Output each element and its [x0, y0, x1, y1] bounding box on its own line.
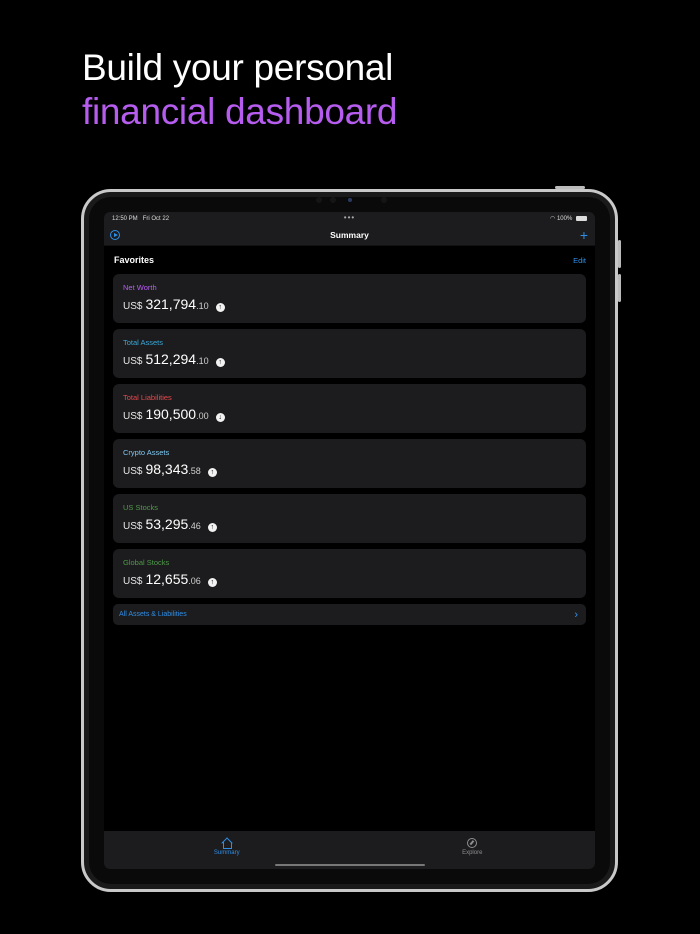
amount-decimal: .06 — [188, 576, 201, 586]
amount-decimal: .10 — [196, 356, 209, 366]
battery-percent: 100% — [556, 216, 573, 222]
amount-whole: 53,295 — [145, 516, 189, 532]
arrow-up-circle-icon: ↑ — [215, 358, 225, 367]
favorites-list: Net Worth US$ 321,794.10 ↑ Total Assets US$ 51… — [113, 274, 586, 598]
status-time: 12:50 PM — [112, 215, 138, 222]
status-time-date: 12:50 PM Fri Oct 22 — [112, 216, 169, 222]
favorite-card[interactable]: Crypto Assets US$ 98,343.58 ↑ — [113, 439, 586, 488]
marketing-headline: Build your personal financial dashboard — [82, 46, 398, 134]
app-screen: 12:50 PM Fri Oct 22 ••• ◠ 100% Summary +… — [104, 212, 595, 869]
all-assets-liabilities-row[interactable]: All Assets & Liabilities › — [113, 604, 586, 625]
arrow-up-circle-icon: ↑ — [207, 578, 217, 587]
favorites-label: Favorites — [114, 255, 155, 265]
card-amount: US$ 53,295.46 ↑ — [123, 516, 576, 532]
amount-decimal: .00 — [196, 411, 209, 421]
status-right: ◠ 100% — [550, 215, 587, 222]
tab-bar: Summary Explore — [104, 831, 595, 861]
favorite-card[interactable]: Total Assets US$ 512,294.10 ↑ — [113, 329, 586, 378]
currency-label: US$ — [123, 576, 143, 587]
arrow-up-circle-icon: ↑ — [207, 468, 217, 477]
all-assets-liabilities-label: All Assets & Liabilities — [119, 611, 187, 618]
home-indicator[interactable] — [274, 864, 425, 866]
arrow-up-circle-icon: ↑ — [215, 303, 225, 312]
favorite-card[interactable]: Total Liabilities US$ 190,500.00 ↓ — [113, 384, 586, 433]
add-button[interactable]: + — [580, 227, 588, 243]
compass-icon — [467, 838, 478, 848]
favorite-card[interactable]: US Stocks US$ 53,295.46 ↑ — [113, 494, 586, 543]
ipad-frame: 12:50 PM Fri Oct 22 ••• ◠ 100% Summary +… — [81, 186, 621, 892]
arrow-down-circle-icon: ↓ — [215, 413, 225, 422]
currency-label: US$ — [123, 466, 143, 477]
multitasking-dots[interactable]: ••• — [344, 213, 355, 222]
card-name: Total Assets — [123, 338, 164, 347]
device-top-button — [555, 186, 585, 189]
amount-whole: 98,343 — [145, 461, 189, 477]
card-amount: US$ 321,794.10 ↑ — [123, 296, 576, 312]
amount-decimal: .46 — [188, 521, 201, 531]
favorite-card[interactable]: Global Stocks US$ 12,655.06 ↑ — [113, 549, 586, 598]
headline-line-1: Build your personal — [82, 47, 394, 88]
edit-button[interactable]: Edit — [573, 256, 586, 265]
card-amount: US$ 12,655.06 ↑ — [123, 571, 576, 587]
favorites-header: Favorites Edit — [113, 246, 586, 274]
currency-label: US$ — [123, 521, 143, 532]
currency-label: US$ — [123, 356, 143, 367]
battery-icon — [576, 215, 587, 221]
card-amount: US$ 98,343.58 ↑ — [123, 461, 576, 477]
card-amount: US$ 190,500.00 ↓ — [123, 406, 576, 422]
sensor-dot — [316, 197, 322, 203]
main-content: Favorites Edit Net Worth US$ 321,794.10 ↑ To… — [104, 246, 595, 625]
card-name: Crypto Assets — [123, 448, 170, 457]
home-icon — [221, 838, 233, 849]
amount-whole: 12,655 — [145, 571, 189, 587]
amount-whole: 512,294 — [145, 351, 197, 367]
card-name: Global Stocks — [123, 558, 170, 567]
card-name: Net Worth — [123, 283, 157, 292]
sensor-dot — [330, 197, 336, 203]
wifi-icon: ◠ — [550, 216, 556, 222]
device-volume-up-button — [618, 240, 621, 268]
play-circle-icon[interactable] — [110, 230, 120, 240]
status-date: Fri Oct 22 — [142, 215, 170, 222]
navigation-bar: Summary + — [104, 225, 595, 246]
tab-summary[interactable]: Summary — [104, 831, 350, 861]
status-bar: 12:50 PM Fri Oct 22 ••• ◠ 100% — [104, 212, 595, 225]
headline-line-2: financial dashboard — [82, 91, 398, 132]
page-title: Summary — [330, 230, 369, 240]
currency-label: US$ — [123, 301, 143, 312]
tab-summary-label: Summary — [213, 850, 240, 856]
amount-decimal: .10 — [196, 301, 209, 311]
arrow-up-circle-icon: ↑ — [207, 523, 217, 532]
tab-explore-label: Explore — [462, 850, 483, 856]
amount-whole: 190,500 — [145, 406, 197, 422]
device-volume-down-button — [618, 274, 621, 302]
card-name: US Stocks — [123, 503, 159, 512]
amount-whole: 321,794 — [145, 296, 197, 312]
favorite-card[interactable]: Net Worth US$ 321,794.10 ↑ — [113, 274, 586, 323]
chevron-right-icon: › — [574, 608, 578, 621]
card-name: Total Liabilities — [123, 393, 172, 402]
amount-decimal: .58 — [188, 466, 201, 476]
card-amount: US$ 512,294.10 ↑ — [123, 351, 576, 367]
tab-explore[interactable]: Explore — [350, 831, 596, 861]
sensor-dot — [381, 197, 387, 203]
front-camera — [347, 198, 352, 202]
home-indicator-area — [104, 861, 595, 869]
currency-label: US$ — [123, 411, 143, 422]
